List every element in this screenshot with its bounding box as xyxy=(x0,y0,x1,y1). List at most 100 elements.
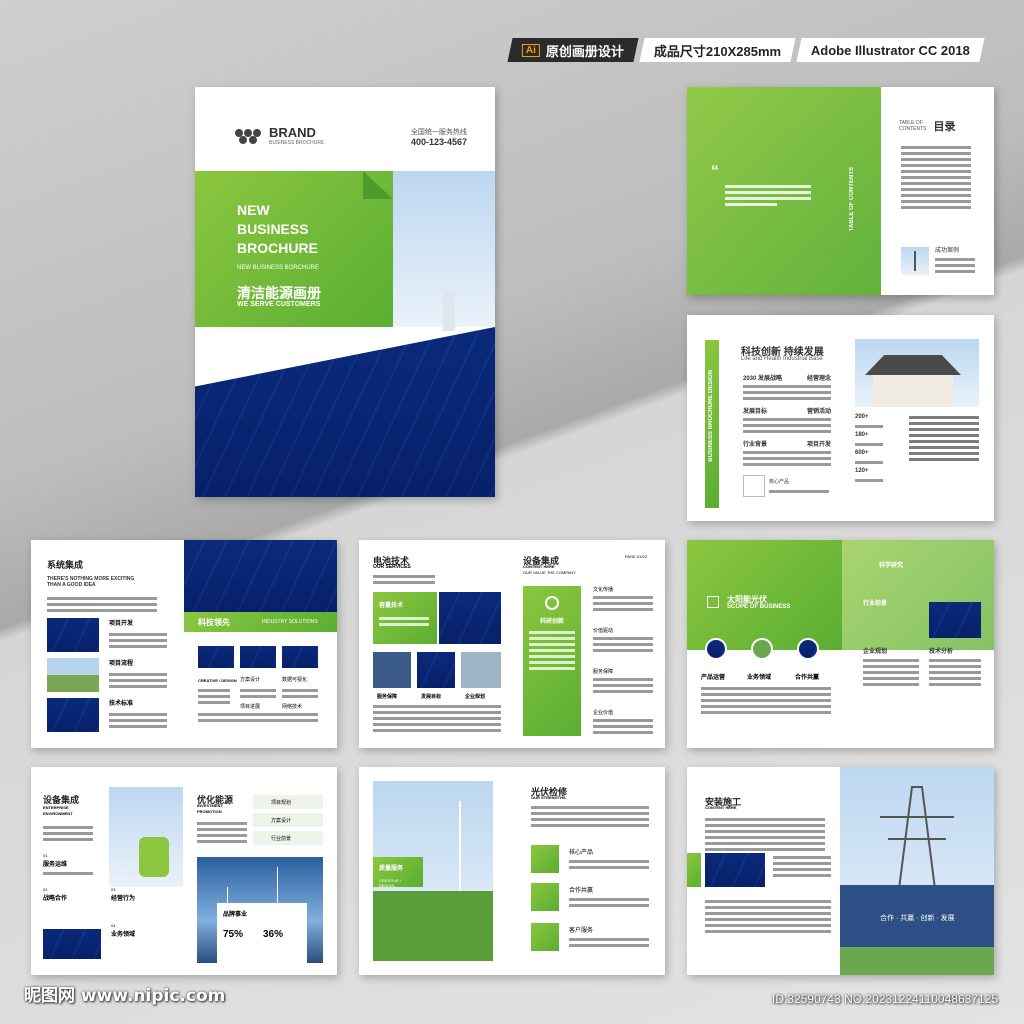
right-item-3: 技术分析 xyxy=(929,649,954,655)
equip-photo xyxy=(43,929,101,959)
core-icon xyxy=(531,845,559,873)
hotline-number: 400-123-4567 xyxy=(410,137,467,147)
center-green-column: 科研创新 xyxy=(523,586,581,736)
row2-b: 营销活动 xyxy=(806,409,831,415)
spread6-sub1: ENTERPRISE xyxy=(43,805,69,810)
banner-sub: INDUSTRY SOLUTIONS xyxy=(262,619,318,625)
brand-sub: BUSINESS BROCHURE xyxy=(269,140,325,146)
solar-icon xyxy=(707,596,719,608)
partner-icon xyxy=(531,883,559,911)
spread8-sub: CONTENT HERE xyxy=(705,805,737,810)
cap-1: 服务保障 xyxy=(377,694,398,700)
cover-subtitle: NEW BUSINESS BORCHURE xyxy=(237,265,320,271)
brand-name: BRAND xyxy=(269,125,316,140)
photo-c xyxy=(461,652,501,688)
spread-innovation: BUSINESS BROCHURE DESIGN 科技创新 持续发展 Life … xyxy=(687,315,994,521)
tag-original: Ai 原创画册设计 xyxy=(507,38,639,62)
num-3: 03 xyxy=(111,887,116,892)
toc-caption: 成功案例 xyxy=(935,248,960,254)
cover-title-3: BROCHURE xyxy=(237,240,318,256)
num-4: 04 xyxy=(111,923,116,928)
spread-system: 系统集成 THERE'S NOTHING MORE EXCITING THAN … xyxy=(31,540,337,748)
brand-logo-icon xyxy=(235,128,261,144)
cover-solar-panels xyxy=(195,327,495,497)
stat-2: 180+ xyxy=(855,432,869,438)
spread6-sub2: ENVIRONMENT xyxy=(43,811,73,816)
row3-a: 行业背景 xyxy=(743,442,768,448)
vertical-brand-text: BUSINESS BROCHURE DESIGN xyxy=(708,370,714,462)
stats-list: 200+ 180+ 600+ 120+ xyxy=(855,413,883,485)
toc-green-image: “ TABLE OF CONTENTS xyxy=(687,87,881,295)
right-item-1: 文化传播 xyxy=(593,587,614,593)
mini-2 xyxy=(240,646,276,668)
row1-a: 2030 发展战略 xyxy=(743,376,783,382)
col-4: 网络技术 xyxy=(282,704,303,710)
col-2: 数据可视化 xyxy=(282,677,308,683)
page-number: PAGE 01/02 xyxy=(625,554,647,559)
row3-b: 项目开发 xyxy=(806,442,831,448)
right-item-1: 行业前景 xyxy=(863,601,888,607)
toc-thumb xyxy=(901,247,929,275)
equip-item-3: 经营行为 xyxy=(111,896,136,902)
photo-b xyxy=(417,652,455,688)
right-title: 科学研究 xyxy=(879,563,904,569)
pct-2: 36% xyxy=(263,929,284,940)
equip-item-1: 服务运维 xyxy=(43,862,68,868)
box-label: 容量技术 xyxy=(379,603,404,609)
spread6-right-sub1: INVESTMENT xyxy=(197,803,223,808)
right-item-3: 服务保障 xyxy=(593,669,614,675)
stat-4: 120+ xyxy=(855,468,869,474)
stat-1: 200+ xyxy=(855,414,869,420)
power-tower-icon xyxy=(840,786,994,975)
toc-vertical-title: TABLE OF CONTENTS xyxy=(849,167,855,232)
badge-sub: CREATIVE / DESIGN xyxy=(379,878,401,888)
cover-title-1: NEW xyxy=(237,202,270,218)
thumb-3 xyxy=(47,698,99,732)
spread-battery: 电池技术 OUR SERVICES 容量技术 服务保障 发展目标 企业规划 设备… xyxy=(359,540,665,748)
spread-solar: 太阳能光伏 SCOPE OF BUSINESS 产品运营 业务领域 合作共赢 科… xyxy=(687,540,994,748)
center-label: 科研创新 xyxy=(539,619,564,625)
core-product-label: 核心产品 xyxy=(769,479,790,485)
circle-photo-1 xyxy=(705,638,727,660)
spread7-sub: OUR STRENGTHS xyxy=(531,795,566,800)
toc-label-cn: 目录 xyxy=(933,121,956,133)
right-item-2: 价值驱动 xyxy=(593,628,614,634)
circle-photo-2 xyxy=(751,638,773,660)
toc-label-en: TABLE OF CONTENTS xyxy=(899,120,927,132)
mini-1 xyxy=(198,646,234,668)
tag-size: 成品尺寸210X285mm xyxy=(639,38,796,62)
right-photo xyxy=(929,602,981,638)
battery-tech-box: 容量技术 xyxy=(373,592,437,644)
card-title: 品牌事业 xyxy=(223,912,248,918)
item-2: 项目流程 xyxy=(109,661,134,667)
solar-green-header: 太阳能光伏 SCOPE OF BUSINESS xyxy=(687,540,842,650)
maint-item-1: 核心产品 xyxy=(569,850,594,856)
spread6-right-sub2: PROMOTION xyxy=(197,809,222,814)
list-item-1: 项目规划 xyxy=(253,795,323,809)
circle-photo-3 xyxy=(797,638,819,660)
cover-title-cn: 清洁能源画册 xyxy=(237,285,321,301)
maint-item-2: 合作共赢 xyxy=(569,888,594,894)
row1-b: 经营理念 xyxy=(806,376,831,382)
tag-software: Adobe Illustrator CC 2018 xyxy=(796,38,985,62)
id-watermark: ID:32590743 NO:20231224110048637125 xyxy=(772,992,998,1006)
equip-item-4: 业务领域 xyxy=(111,932,136,938)
cover-slogan: WE SERVE CUSTOMERS xyxy=(237,301,321,308)
illustrator-icon: Ai xyxy=(522,43,540,57)
cover-title-2: BUSINESS xyxy=(237,221,309,237)
service-icon xyxy=(531,923,559,951)
house-photo xyxy=(855,339,979,407)
maint-item-3: 客户服务 xyxy=(569,928,594,934)
list-item-2: 方案设计 xyxy=(253,813,323,827)
solar-title-en: SCOPE OF BUSINESS xyxy=(727,604,791,610)
spread-installation: 安装施工 CONTENT HERE 合作 · 共赢 · 创新 · 发展 xyxy=(687,767,994,975)
quality-badge: 质量服务 CREATIVE / DESIGN xyxy=(373,857,423,888)
brand-logo: BRAND BUSINESS BROCHURE xyxy=(233,125,324,146)
spread3-hero xyxy=(184,540,337,612)
item-1: 项目开发 xyxy=(109,621,134,627)
spread4-right-sub: CONTENT HERE xyxy=(523,564,555,569)
vertical-green-bar: BUSINESS BROCHURE DESIGN xyxy=(705,340,719,508)
install-green-tab xyxy=(687,853,701,887)
spread-equipment: 设备集成 ENTERPRISE ENVIRONMENT 01 服务运维 02 战… xyxy=(31,767,337,975)
mini-3 xyxy=(282,646,318,668)
